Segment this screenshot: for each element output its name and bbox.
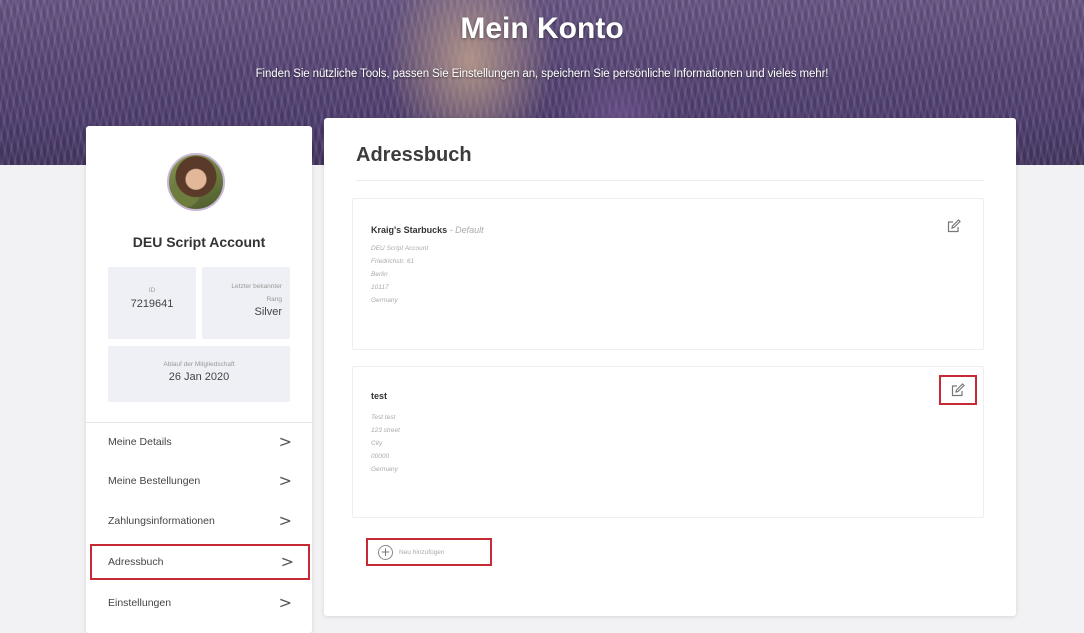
address-line: Friedrichstr. 61: [371, 258, 415, 265]
address-line: City: [371, 440, 383, 447]
address-line: Germany: [371, 297, 398, 304]
chevron-right-icon: >: [278, 432, 292, 451]
tier-box: Letzter bekannter Rang Silver: [202, 267, 290, 339]
address-card: test Test test 123 street City 00000 Ger…: [352, 366, 984, 518]
address-name: Kraig's Starbucks: [371, 225, 448, 235]
membership-label: Ablauf der Mitgliedschaft: [163, 361, 235, 368]
sidebar-item-meine-details[interactable]: Meine Details >: [86, 423, 312, 461]
account-id-label: ID: [148, 287, 156, 294]
address-lines: Test test 123 street City 00000 Germany: [371, 411, 400, 476]
title-divider: [356, 180, 984, 181]
address-name: test: [371, 391, 388, 401]
address-book-panel: Adressbuch Kraig's Starbucks - Default D…: [324, 118, 1016, 616]
page-title: Mein Konto: [460, 12, 624, 45]
sidebar-item-label: Einstellungen: [108, 597, 172, 609]
section-title: Adressbuch: [356, 144, 472, 166]
chevron-right-icon: >: [278, 471, 292, 490]
sidebar-item-label: Adressbuch: [108, 556, 164, 568]
chevron-right-icon: >: [278, 593, 292, 612]
account-id-value: 7219641: [130, 298, 174, 310]
address-line: 123 street: [371, 427, 400, 434]
default-tag: - Default: [447, 225, 484, 235]
address-line: 10117: [371, 284, 389, 291]
add-address-button[interactable]: + Neu hinzufügen: [366, 538, 492, 566]
sidebar-item-label: Meine Details: [108, 436, 172, 448]
edit-address-button[interactable]: [943, 215, 965, 237]
edit-icon: [951, 383, 965, 397]
tier-value: Silver: [254, 306, 282, 318]
account-id-box: ID 7219641: [108, 267, 196, 339]
sidebar-item-zahlungsinformationen[interactable]: Zahlungsinformationen >: [86, 502, 312, 540]
sidebar-item-meine-bestellungen[interactable]: Meine Bestellungen >: [86, 462, 312, 500]
edit-address-button[interactable]: [939, 375, 977, 405]
tier-label-2: Rang: [266, 296, 282, 303]
address-card: Kraig's Starbucks - Default DEU Script A…: [352, 198, 984, 350]
address-lines: DEU Script Account Friedrichstr. 61 Berl…: [371, 242, 428, 307]
chevron-right-icon: >: [280, 552, 294, 571]
sidebar-item-label: Meine Bestellungen: [108, 475, 201, 487]
tier-label-1: Letzter bekannter: [231, 283, 282, 290]
address-line: 00000: [371, 453, 390, 460]
edit-icon: [947, 219, 961, 233]
address-line: Berlin: [371, 271, 388, 278]
plus-circle-icon: +: [378, 544, 393, 560]
account-name: DEU Script Account: [132, 234, 266, 250]
chevron-right-icon: >: [278, 511, 292, 530]
add-address-label: Neu hinzufügen: [399, 548, 445, 556]
membership-box: Ablauf der Mitgliedschaft 26 Jan 2020: [108, 346, 290, 402]
membership-value: 26 Jan 2020: [168, 371, 230, 383]
address-line: DEU Script Account: [371, 245, 429, 252]
address-line: Test test: [371, 414, 396, 421]
sidebar-item-einstellungen[interactable]: Einstellungen >: [86, 584, 312, 622]
sidebar-item-label: Zahlungsinformationen: [108, 515, 215, 527]
account-sidebar: DEU Script Account ID 7219641 Letzter be…: [86, 126, 312, 633]
page-subtitle: Finden Sie nützliche Tools, passen Sie E…: [255, 68, 829, 80]
avatar: [167, 153, 225, 211]
address-line: Germany: [371, 466, 398, 473]
sidebar-item-adressbuch[interactable]: Adressbuch >: [90, 544, 310, 580]
